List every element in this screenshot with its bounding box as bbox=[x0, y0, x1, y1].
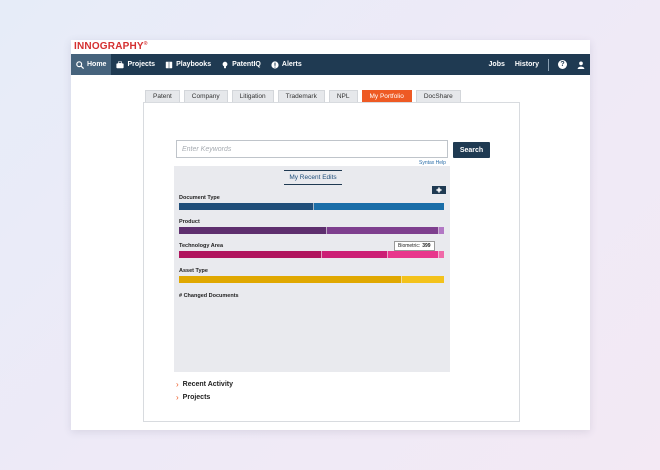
nav-projects-label: Projects bbox=[127, 61, 156, 68]
tab-trademark[interactable]: Trademark bbox=[277, 90, 325, 102]
top-navigation: Home Projects Playbooks PatentIQ Alerts … bbox=[71, 54, 590, 75]
bar-asset-type[interactable] bbox=[179, 276, 444, 283]
bar-segment[interactable] bbox=[438, 227, 444, 234]
tab-docshare[interactable]: DocShare bbox=[415, 90, 461, 102]
chevron-right-icon: › bbox=[176, 393, 179, 402]
nav-user[interactable] bbox=[572, 54, 590, 75]
search-tabs: Patent Company Litigation Trademark NPL … bbox=[145, 90, 461, 106]
bar-segment[interactable] bbox=[179, 203, 315, 210]
brand-mark: ® bbox=[143, 41, 148, 47]
tab-trademark-label: Trademark bbox=[285, 93, 317, 100]
bar-document-type[interactable] bbox=[179, 203, 444, 210]
bar-segment[interactable] bbox=[179, 276, 402, 283]
bar-segment[interactable] bbox=[438, 251, 444, 258]
nav-projects[interactable]: Projects bbox=[111, 54, 160, 75]
tab-npl[interactable]: NPL bbox=[328, 90, 358, 102]
tab-my-portfolio-label: My Portfolio bbox=[369, 93, 404, 100]
nav-patentiq[interactable]: PatentIQ bbox=[216, 54, 266, 75]
nav-help[interactable]: ? bbox=[553, 54, 572, 75]
alert-icon bbox=[271, 60, 279, 69]
tab-company-label: Company bbox=[191, 93, 220, 100]
recent-edits-title[interactable]: My Recent Edits bbox=[284, 170, 342, 185]
nav-alerts-label: Alerts bbox=[281, 61, 302, 68]
bar-segment[interactable] bbox=[314, 203, 444, 210]
nav-playbooks[interactable]: Playbooks bbox=[160, 54, 216, 75]
user-icon bbox=[577, 61, 585, 69]
help-icon-glyph: ? bbox=[560, 61, 565, 68]
bar-segment[interactable] bbox=[322, 251, 389, 258]
tooltip-value: 399 bbox=[422, 243, 431, 249]
nav-jobs[interactable]: Jobs bbox=[484, 54, 510, 75]
tab-docshare-label: DocShare bbox=[423, 93, 453, 100]
nav-divider bbox=[548, 58, 549, 71]
brand-name: INNOGRAPHY bbox=[74, 41, 144, 52]
search-button[interactable]: Search bbox=[453, 142, 490, 158]
nav-alerts[interactable]: Alerts bbox=[266, 54, 307, 75]
tooltip-label: Biometric: bbox=[398, 243, 421, 249]
nav-playbooks-label: Playbooks bbox=[176, 61, 212, 68]
briefcase-icon bbox=[116, 60, 125, 68]
search-icon bbox=[76, 60, 84, 69]
recent-edits-panel: My Recent Edits Document Type Product Te… bbox=[174, 166, 450, 372]
book-icon bbox=[165, 61, 173, 68]
lightbulb-icon bbox=[222, 61, 228, 68]
recent-activity-label: Recent Activity bbox=[182, 381, 233, 388]
nav-history[interactable]: History bbox=[510, 54, 544, 75]
tab-litigation[interactable]: Litigation bbox=[231, 90, 274, 102]
brand-logo[interactable]: INNOGRAPHY® bbox=[74, 41, 148, 54]
nav-patentiq-label: PatentIQ bbox=[232, 61, 261, 68]
bar-segment[interactable] bbox=[388, 251, 439, 258]
nav-home-label: Home bbox=[87, 61, 107, 68]
portfolio-panel: Search Syntax Help My Recent Edits Docum… bbox=[143, 102, 520, 422]
nav-jobs-label: Jobs bbox=[488, 61, 505, 68]
tab-patent-label: Patent bbox=[153, 93, 172, 100]
chart-label-asset-type: Asset Type bbox=[179, 268, 208, 274]
changed-documents-label: # Changed Documents bbox=[179, 293, 239, 299]
recent-activity-toggle[interactable]: › Recent Activity bbox=[176, 380, 233, 389]
tab-litigation-label: Litigation bbox=[239, 93, 266, 100]
chart-label-product: Product bbox=[179, 219, 200, 225]
tab-company[interactable]: Company bbox=[183, 90, 228, 102]
chart-label-technology-area: Technology Area bbox=[179, 243, 224, 249]
nav-home[interactable]: Home bbox=[71, 54, 112, 75]
bar-technology-area[interactable] bbox=[179, 251, 444, 258]
gear-icon bbox=[436, 187, 442, 193]
app-window: INNOGRAPHY® Home Projects Playbooks Pate… bbox=[71, 40, 590, 430]
bar-segment[interactable] bbox=[327, 227, 439, 234]
tab-my-portfolio[interactable]: My Portfolio bbox=[361, 90, 412, 106]
keyword-search-input[interactable] bbox=[176, 140, 448, 158]
nav-history-label: History bbox=[514, 61, 539, 68]
tab-npl-label: NPL bbox=[336, 93, 350, 100]
bar-segment[interactable] bbox=[179, 251, 323, 258]
bar-segment[interactable] bbox=[401, 276, 444, 283]
chart-label-document-type: Document Type bbox=[179, 195, 220, 201]
bar-segment[interactable] bbox=[179, 227, 328, 234]
bar-tooltip: Biometric: 399 bbox=[394, 241, 435, 251]
help-icon: ? bbox=[558, 60, 567, 69]
settings-button[interactable] bbox=[432, 186, 446, 194]
tab-patent[interactable]: Patent bbox=[145, 90, 180, 102]
chevron-right-icon: › bbox=[176, 380, 179, 389]
projects-toggle[interactable]: › Projects bbox=[176, 393, 210, 402]
projects-label: Projects bbox=[182, 394, 211, 401]
bar-product[interactable] bbox=[179, 227, 444, 234]
